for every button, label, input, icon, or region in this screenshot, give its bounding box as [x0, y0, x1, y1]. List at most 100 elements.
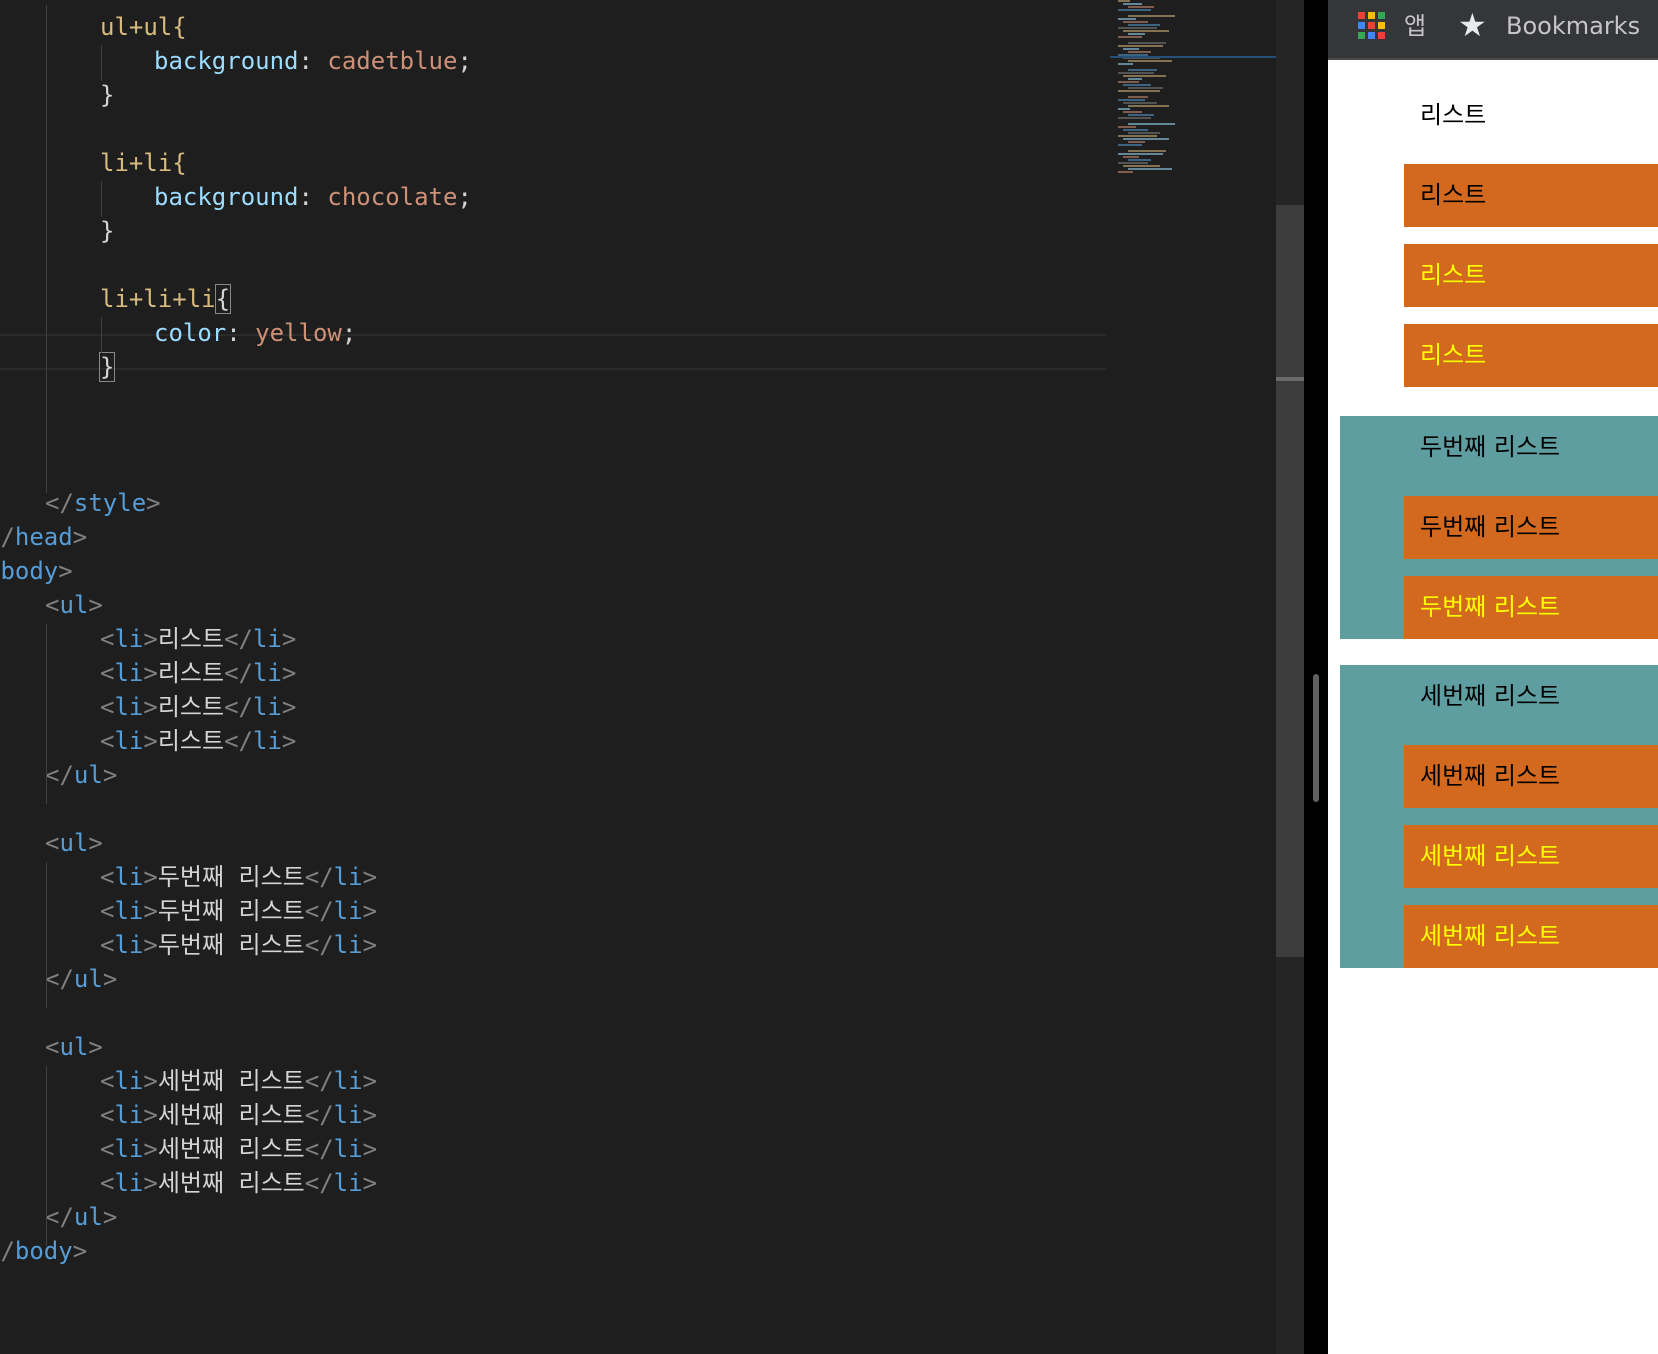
apps-grid-icon[interactable]: [1358, 12, 1388, 42]
preview-list-item: 두번째 리스트: [1404, 496, 1658, 559]
minimap-line: [1118, 126, 1136, 128]
apps-grid-dot: [1358, 32, 1365, 39]
code-token: >: [102, 1203, 118, 1231]
code-token: color: [154, 319, 227, 347]
code-line[interactable]: <body>: [0, 553, 73, 589]
preview-list: 두번째 리스트 두번째 리스트 두번째 리스트: [1340, 416, 1658, 639]
pane-divider[interactable]: [1304, 0, 1328, 1354]
minimap-line: [1128, 114, 1154, 116]
code-line[interactable]: <li>세번째 리스트</li>: [100, 1165, 377, 1201]
code-line[interactable]: <li>세번째 리스트</li>: [100, 1097, 377, 1133]
editor-scrollbar[interactable]: [1276, 0, 1304, 1354]
code-line[interactable]: </style>: [45, 485, 161, 521]
code-token: li: [333, 931, 363, 959]
code-line[interactable]: color: yellow;: [154, 315, 356, 351]
code-line[interactable]: <li>리스트</li>: [100, 621, 296, 657]
code-token: <: [100, 727, 115, 755]
code-line[interactable]: li+li{: [100, 145, 187, 181]
code-token: <: [100, 1169, 115, 1197]
code-line[interactable]: ul+ul{: [100, 9, 187, 45]
code-token: </: [304, 1169, 334, 1197]
code-token: </: [304, 1067, 334, 1095]
minimap-line: [1128, 141, 1145, 143]
code-line[interactable]: </ul>: [45, 1199, 117, 1235]
code-line[interactable]: </ul>: [45, 961, 117, 997]
apps-grid-dot: [1378, 22, 1385, 29]
code-token: </: [304, 1101, 334, 1129]
code-token: >: [88, 591, 103, 619]
preview-list-item: 리스트: [1404, 324, 1658, 387]
code-token: </: [45, 761, 74, 789]
code-token: 세번째 리스트: [157, 1169, 305, 1197]
code-token: >: [143, 863, 158, 891]
apps-grid-dot: [1358, 12, 1365, 19]
star-icon[interactable]: ★: [1458, 7, 1487, 43]
code-token: 두번째 리스트: [157, 897, 305, 925]
minimap-line: [1128, 96, 1148, 98]
code-line[interactable]: <li>두번째 리스트</li>: [100, 927, 377, 963]
code-token: <: [45, 829, 60, 857]
code-line[interactable]: }: [98, 349, 116, 385]
bookmarks-label[interactable]: Bookmarks: [1506, 8, 1640, 44]
code-token: >: [72, 1237, 88, 1265]
code-token: li: [333, 863, 363, 891]
code-line[interactable]: <li>리스트</li>: [100, 655, 296, 691]
minimap-line: [1128, 24, 1160, 26]
minimap-line: [1123, 21, 1148, 23]
code-line[interactable]: <li>세번째 리스트</li>: [100, 1131, 377, 1167]
code-token: >: [362, 931, 378, 959]
code-line[interactable]: }: [100, 77, 114, 113]
minimap-line: [1123, 84, 1151, 86]
minimap-line: [1128, 60, 1172, 62]
preview-list-item: 리스트: [1420, 101, 1487, 129]
code-line[interactable]: <ul>: [45, 1029, 103, 1065]
minimap-line: [1123, 102, 1157, 104]
scrollbar-thumb[interactable]: [1276, 205, 1304, 957]
code-token: <: [100, 931, 115, 959]
code-token: li: [333, 897, 363, 925]
code-token: <: [100, 1135, 115, 1163]
code-token: yellow: [255, 319, 342, 347]
code-token: >: [143, 897, 158, 925]
preview-list-item: 두번째 리스트: [1420, 433, 1561, 461]
code-editor[interactable]: ul+ul{background: cadetblue;} li+li{backg…: [0, 0, 1276, 1354]
preview-list: 리스트 리스트 리스트 리스트: [1340, 84, 1658, 387]
browser-preview: 앱 ★ Bookmarks 리스트 리스트 리스트 리스트 두번째 리스트 두번째 리스트…: [1328, 0, 1658, 1354]
code-line[interactable]: <ul>: [45, 825, 103, 861]
code-line[interactable]: <li>두번째 리스트</li>: [100, 893, 377, 929]
code-token: <: [100, 625, 115, 653]
code-token: 리스트: [157, 727, 225, 755]
minimap[interactable]: [1110, 0, 1276, 180]
code-line[interactable]: <li>리스트</li>: [100, 689, 296, 725]
divider-handle[interactable]: [1313, 674, 1319, 802]
code-token: li: [114, 1067, 144, 1095]
minimap-line: [1123, 165, 1160, 167]
code-line[interactable]: </head>: [0, 519, 87, 555]
code-token: >: [143, 727, 158, 755]
code-token: </: [45, 489, 74, 517]
apps-label[interactable]: 앱: [1404, 8, 1426, 44]
code-token: <: [100, 1067, 115, 1095]
code-token: 두번째 리스트: [157, 931, 305, 959]
code-line[interactable]: </body>: [0, 1233, 87, 1269]
code-token: li: [114, 1135, 144, 1163]
minimap-line: [1123, 156, 1139, 158]
minimap-line: [1128, 87, 1163, 89]
code-token: li: [252, 659, 282, 687]
preview-list: 세번째 리스트 세번째 리스트 세번째 리스트 세번째 리스트: [1340, 665, 1658, 968]
code-line[interactable]: </ul>: [45, 757, 117, 793]
code-line[interactable]: }: [100, 213, 114, 249]
code-token: body: [14, 1237, 73, 1265]
code-token: li: [114, 625, 144, 653]
indent-guide: [101, 317, 102, 353]
apps-grid-dot: [1378, 32, 1385, 39]
code-line[interactable]: <li>리스트</li>: [100, 723, 296, 759]
code-line[interactable]: background: chocolate;: [154, 179, 472, 215]
apps-grid-dot: [1378, 12, 1385, 19]
code-line[interactable]: <li>세번째 리스트</li>: [100, 1063, 377, 1099]
code-line[interactable]: <ul>: [45, 587, 103, 623]
code-line[interactable]: <li>두번째 리스트</li>: [100, 859, 377, 895]
code-token: <: [100, 693, 115, 721]
code-line[interactable]: li+li+li{: [100, 281, 232, 317]
code-line[interactable]: background: cadetblue;: [154, 43, 472, 79]
